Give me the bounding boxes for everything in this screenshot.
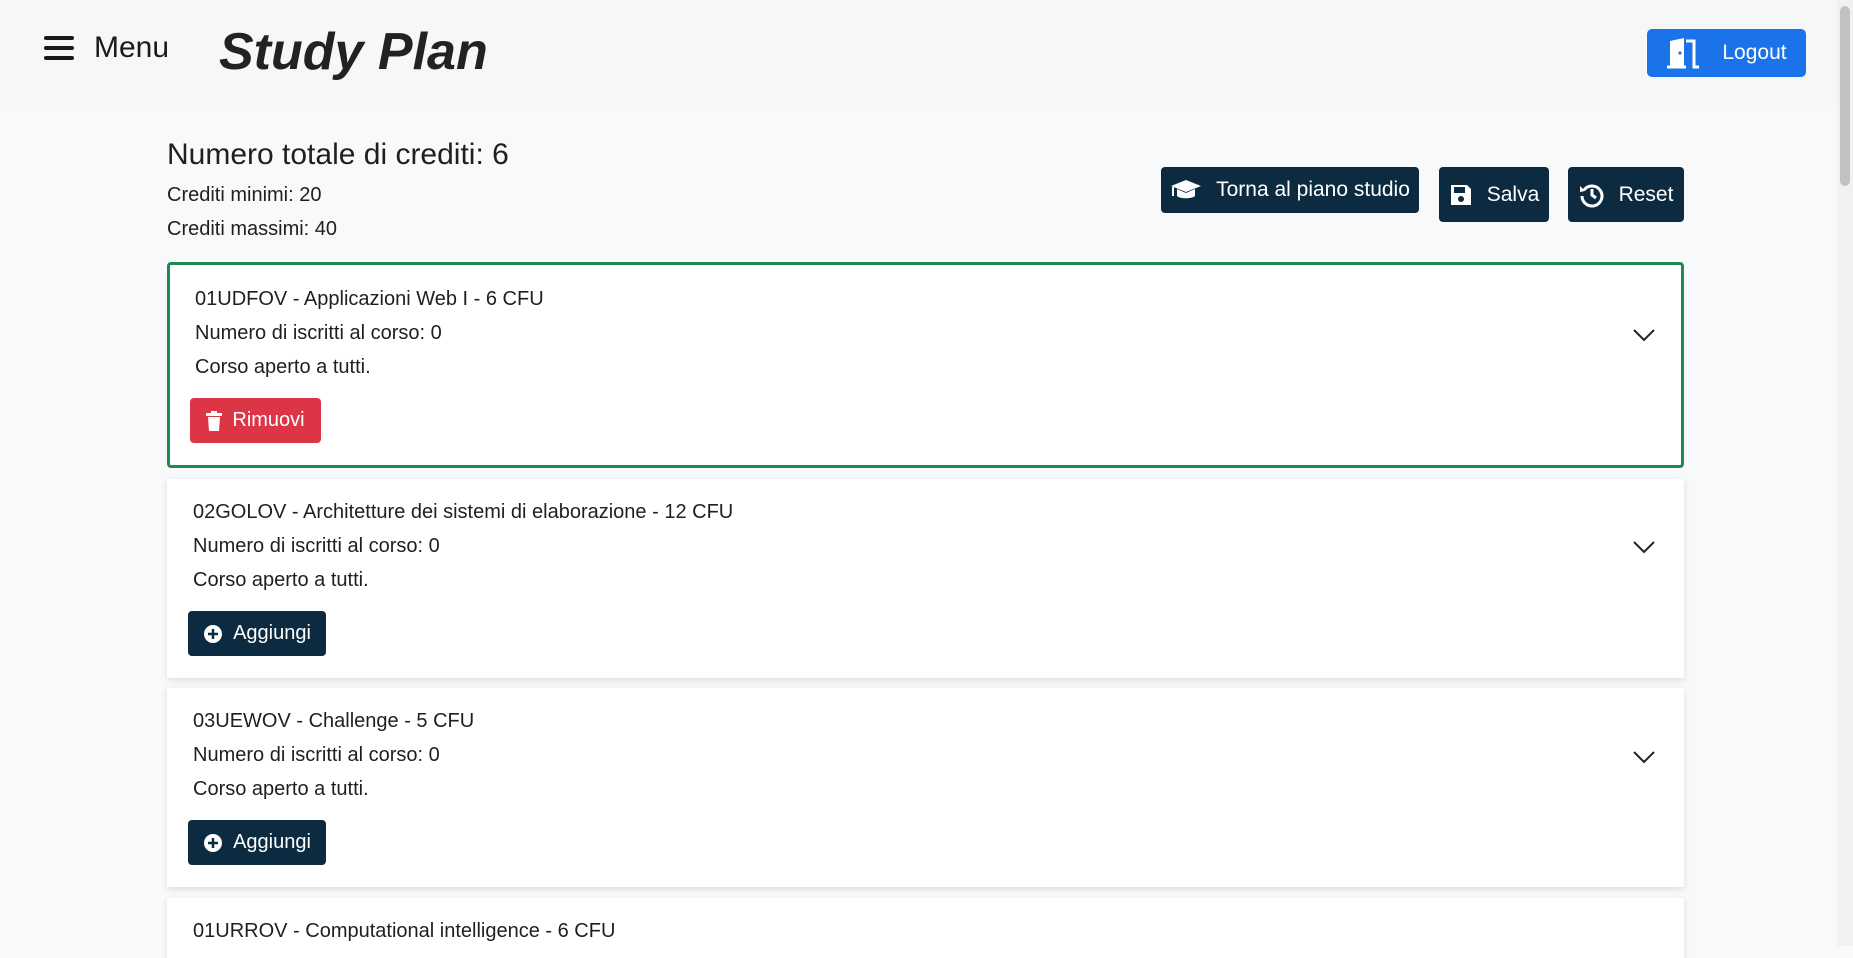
hamburger-icon	[44, 36, 74, 60]
menu-button[interactable]: Menu	[44, 24, 169, 72]
save-label: Salva	[1486, 182, 1540, 206]
scrollbar[interactable]	[1837, 0, 1853, 946]
course-card[interactable]: 01URROV - Computational intelligence - 6…	[167, 898, 1684, 958]
scrollbar-thumb[interactable]	[1840, 6, 1850, 186]
chevron-down-icon[interactable]	[1632, 539, 1656, 555]
floppy-disk-icon	[1450, 184, 1471, 205]
graduation-cap-icon	[1171, 180, 1202, 199]
course-availability: Corso aperto a tutti.	[193, 569, 369, 591]
add-label: Aggiungi	[233, 831, 311, 853]
add-button[interactable]: Aggiungi	[188, 611, 326, 656]
remove-button[interactable]: Rimuovi	[190, 398, 321, 443]
course-title: 03UEWOV - Challenge - 5 CFU	[193, 710, 475, 732]
course-enrolled: Numero di iscritti al corso: 0	[193, 535, 440, 557]
trash-icon	[206, 410, 223, 431]
chevron-down-icon[interactable]	[1632, 327, 1656, 343]
course-card[interactable]: 03UEWOV - Challenge - 5 CFU Numero di is…	[167, 688, 1684, 887]
course-availability: Corso aperto a tutti.	[193, 778, 369, 800]
course-title: 01UDFOV - Applicazioni Web I - 6 CFU	[195, 288, 544, 310]
course-enrolled: Numero di iscritti al corso: 0	[193, 744, 440, 766]
add-button[interactable]: Aggiungi	[188, 820, 326, 865]
logout-label: Logout	[1722, 41, 1787, 64]
add-label: Aggiungi	[233, 622, 311, 644]
logout-button[interactable]: Logout	[1647, 29, 1806, 77]
reset-label: Reset	[1618, 182, 1674, 206]
course-enrolled: Numero di iscritti al corso: 0	[195, 322, 442, 344]
total-credits: Numero totale di crediti: 6	[167, 138, 509, 171]
plus-circle-icon	[204, 624, 223, 643]
course-title: 02GOLOV - Architetture dei sistemi di el…	[193, 501, 734, 523]
history-icon	[1579, 184, 1604, 207]
menu-label: Menu	[94, 31, 170, 64]
course-card[interactable]: 01UDFOV - Applicazioni Web I - 6 CFU Num…	[167, 262, 1684, 468]
reset-button[interactable]: Reset	[1568, 167, 1684, 222]
door-icon	[1667, 38, 1700, 69]
back-to-plan-button[interactable]: Torna al piano studio	[1161, 167, 1419, 213]
min-credits: Crediti minimi: 20	[167, 184, 322, 206]
brand-title: Study Plan	[219, 23, 488, 81]
course-title: 01URROV - Computational intelligence - 6…	[193, 920, 616, 942]
top-navbar: Menu Study Plan Logout	[0, 0, 1853, 106]
course-availability: Corso aperto a tutti.	[195, 356, 371, 378]
save-button[interactable]: Salva	[1439, 167, 1549, 222]
back-to-plan-label: Torna al piano studio	[1216, 178, 1410, 201]
plus-circle-icon	[204, 833, 223, 852]
max-credits: Crediti massimi: 40	[167, 218, 338, 240]
remove-label: Rimuovi	[232, 409, 305, 431]
chevron-down-icon[interactable]	[1632, 749, 1656, 765]
course-card[interactable]: 02GOLOV - Architetture dei sistemi di el…	[167, 479, 1684, 678]
